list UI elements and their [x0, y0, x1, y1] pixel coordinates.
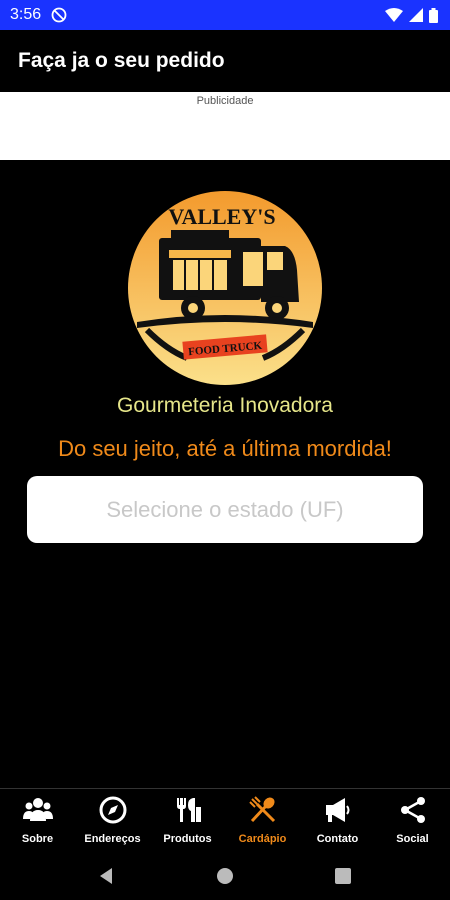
state-select[interactable]: Selecione o estado (UF): [27, 476, 423, 543]
nav-item-enderecos[interactable]: Endereços: [75, 789, 150, 853]
home-icon[interactable]: [216, 867, 234, 885]
ad-banner[interactable]: Publicidade: [0, 92, 450, 160]
megaphone-icon: [325, 798, 349, 822]
tagline-secondary: Do seu jeito, até a última mordida!: [58, 436, 392, 461]
signal-icon: [409, 8, 423, 22]
bottom-nav: Sobre Endereços Produtos Cardápio Contat…: [0, 788, 450, 853]
spoon-fork-icon: [248, 796, 275, 823]
status-time: 3:56: [10, 6, 42, 23]
nav-item-cardapio[interactable]: Cardápio: [225, 789, 300, 853]
wifi-icon: [385, 8, 403, 22]
nav-label: Cardápio: [238, 833, 287, 845]
nav-item-produtos[interactable]: Produtos: [150, 789, 225, 853]
app-bar: Faça ja o seu pedido: [0, 30, 450, 92]
system-nav-bar: [0, 852, 450, 900]
nav-item-contato[interactable]: Contato: [300, 789, 375, 853]
nav-label: Produtos: [163, 833, 212, 845]
battery-icon: [429, 7, 438, 23]
valleys-food-truck-logo: VALLEY'S FOOD TRUCK: [128, 191, 322, 385]
state-select-placeholder: Selecione o estado (UF): [106, 496, 344, 522]
nav-item-sobre[interactable]: Sobre: [0, 789, 75, 853]
do-not-disturb-icon: [51, 7, 67, 23]
nav-item-social[interactable]: Social: [375, 789, 450, 853]
compass-icon: [99, 796, 126, 824]
page-title: Faça ja o seu pedido: [18, 49, 225, 72]
nav-label: Social: [396, 833, 429, 845]
nav-label: Endereços: [84, 833, 141, 845]
back-icon[interactable]: [98, 867, 116, 885]
share-icon: [400, 797, 425, 823]
utensils-icon: [176, 798, 201, 822]
recents-icon[interactable]: [334, 867, 352, 885]
status-bar: 3:56: [0, 0, 450, 30]
ad-label: Publicidade: [196, 95, 254, 107]
nav-label: Sobre: [21, 833, 54, 845]
tagline-primary: Gourmeteria Inovadora: [117, 394, 333, 417]
logo-brand-text: VALLEY'S: [168, 204, 275, 229]
nav-label: Contato: [316, 833, 359, 845]
people-icon: [22, 798, 53, 821]
